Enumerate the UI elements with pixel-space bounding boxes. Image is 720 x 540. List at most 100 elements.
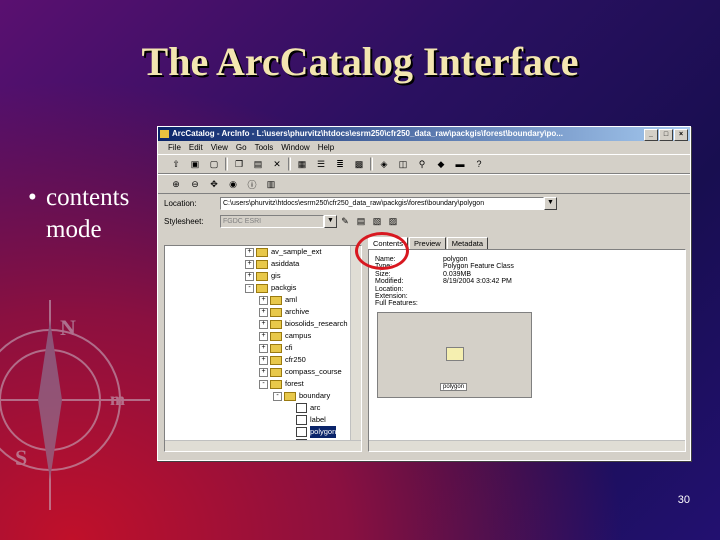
preview-caption: polygon [440,383,468,391]
stylesheet-select[interactable]: FGDC ESRI [220,214,324,228]
location-row: Location: C:\users\phurvitz\htdocs\esrm2… [158,194,690,212]
edit-metadata-icon[interactable]: ✎ [337,214,353,228]
expand-icon[interactable]: + [259,331,268,341]
minimize-button[interactable]: _ [644,129,658,141]
menu-help[interactable]: Help [318,141,334,154]
property-key: Modified: [375,278,404,286]
pan-icon[interactable]: ✥ [206,177,222,191]
menu-go[interactable]: Go [236,141,247,154]
polygon-feature-class-icon [446,347,464,361]
zoom-in-icon[interactable]: ⊕ [168,177,184,191]
close-button[interactable]: × [674,129,688,141]
stylesheet-dropdown-icon[interactable]: ▼ [324,214,337,228]
disconnect-folder-icon[interactable]: ▢ [206,157,222,171]
page-number: 30 [677,494,690,506]
toolbar-separator [225,157,228,171]
tree-item-compass-course[interactable]: + compass_course [165,366,361,378]
collapse-icon[interactable]: - [245,283,254,293]
window-titlebar[interactable]: ArcCatalog - ArcInfo - L:\users\phurvitz… [158,127,690,141]
details-icon[interactable]: ≣ [332,157,348,171]
tree-item-label: asiddata [271,259,300,268]
property-row: Size: 0.039MB [375,271,514,278]
menu-view[interactable]: View [211,141,228,154]
property-row: Full Features: [375,300,514,307]
tree-item-label[interactable]: label [165,414,361,426]
svg-text:S: S [15,445,27,470]
property-row: Extension: [375,293,514,300]
list-icon[interactable]: ☰ [313,157,329,171]
contents-horizontal-scrollbar[interactable] [369,440,685,451]
help-pointer-icon[interactable]: ? [471,157,487,171]
create-thumbnail-icon[interactable]: ▥ [263,177,279,191]
tree-item-forest[interactable]: - forest [165,378,361,390]
menu-edit[interactable]: Edit [189,141,203,154]
contents-pane: Name: polygon Type: Polygon Feature Class … [368,249,686,452]
identify-icon[interactable]: ⓘ [244,177,260,191]
properties-icon[interactable]: ▤ [353,214,369,228]
catalog-tree[interactable]: + av_sample_ext + asiddata + gis - packgis + aml +… [164,245,362,452]
menu-window[interactable]: Window [281,141,309,154]
maximize-button[interactable]: □ [659,129,673,141]
expand-icon[interactable]: + [259,367,268,377]
expand-icon[interactable]: + [259,319,268,329]
import-metadata-icon[interactable]: ▧ [369,214,385,228]
tree-item-arc[interactable]: arc [165,402,361,414]
delete-icon[interactable]: ✕ [269,157,285,171]
svg-text:m: m [110,389,125,409]
zoom-out-icon[interactable]: ⊖ [187,177,203,191]
menu-file[interactable]: File [168,141,181,154]
tree-item-label: gis [271,271,281,280]
thumbnails-icon[interactable]: ▩ [351,157,367,171]
tree-item-label: forest [285,379,304,388]
tree-item-label: label [310,415,326,424]
command-line-icon[interactable]: ▬ [452,157,468,171]
tree-item-cfr250[interactable]: + cfr250 [165,354,361,366]
connect-folder-icon[interactable]: ▣ [187,157,203,171]
tree-item-campus[interactable]: + campus [165,330,361,342]
tree-item-label: polygon [310,426,337,438]
search-icon[interactable]: ⚲ [414,157,430,171]
tree-item-packgis[interactable]: - packgis [165,282,361,294]
tree-item-label: boundary [299,391,331,400]
stylesheet-row: Stylesheet: FGDC ESRI ▼ ✎ ▤ ▧ ▨ [158,212,690,230]
paste-icon[interactable]: ▤ [250,157,266,171]
tree-item-asiddata[interactable]: + asiddata [165,258,361,270]
feature-class-icon [296,415,307,425]
tree-item-boundary[interactable]: - boundary [165,390,361,402]
menu-bar: File Edit View Go Tools Window Help [158,141,690,154]
tree-item-biosolids-research[interactable]: + biosolids_research [165,318,361,330]
tree-item-aml[interactable]: + aml [165,294,361,306]
location-dropdown-icon[interactable]: ▼ [544,196,557,210]
expand-icon[interactable]: + [245,247,254,257]
collapse-icon[interactable]: - [273,391,282,401]
stylesheet-label: Stylesheet: [164,216,204,226]
expand-icon[interactable]: + [259,355,268,365]
large-icons-icon[interactable]: ▦ [294,157,310,171]
tree-item-label: packgis [271,283,297,292]
expand-icon[interactable]: + [259,343,268,353]
tree-horizontal-scrollbar[interactable] [165,440,361,451]
tree-item-av-sample-ext[interactable]: + av_sample_ext [165,246,361,258]
tree-item-label: archive [285,307,310,316]
tree-vertical-scrollbar[interactable] [350,246,361,441]
up-one-level-icon[interactable]: ⇧ [168,157,184,171]
window-title: ArcCatalog - ArcInfo - L:\users\phurvitz… [172,129,563,138]
expand-icon[interactable]: + [259,307,268,317]
expand-icon[interactable]: + [259,295,268,305]
expand-icon[interactable]: + [245,271,254,281]
expand-icon[interactable]: + [245,259,254,269]
tree-item-cfi[interactable]: + cfi [165,342,361,354]
arctoolbox-icon[interactable]: ◆ [433,157,449,171]
menu-tools[interactable]: Tools [255,141,274,154]
tree-item-gis[interactable]: + gis [165,270,361,282]
tree-item-archive[interactable]: + archive [165,306,361,318]
location-field[interactable]: C:\users\phurvitz\htdocs\esrm250\cfr250_… [220,196,544,210]
launch-arcmap-icon[interactable]: ◈ [376,157,392,171]
collapse-icon[interactable]: - [259,379,268,389]
export-metadata-icon[interactable]: ▨ [385,214,401,228]
full-extent-icon[interactable]: ◉ [225,177,241,191]
bullet-text: • contents mode [28,182,158,246]
tree-item-polygon[interactable]: polygon [165,426,361,438]
copy-icon[interactable]: ❐ [231,157,247,171]
catalog-tree-icon[interactable]: ◫ [395,157,411,171]
